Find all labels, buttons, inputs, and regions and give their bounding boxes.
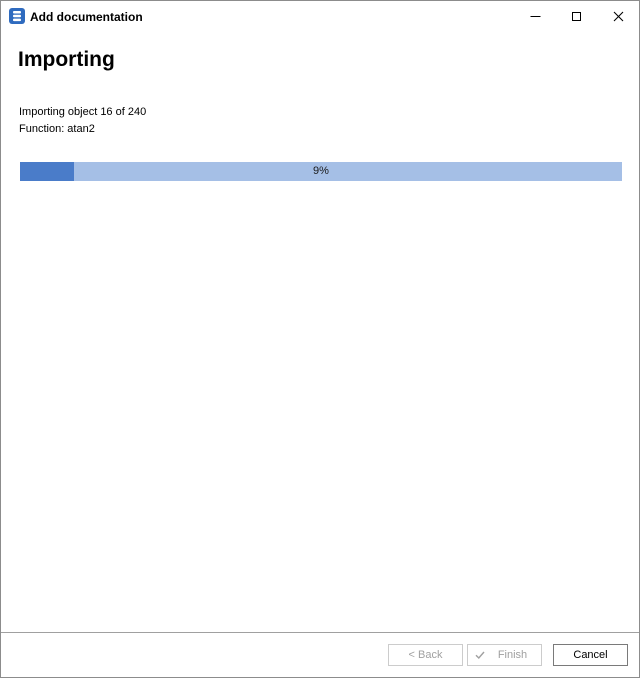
- cancel-button-label: Cancel: [573, 649, 608, 661]
- progress-percent-label: 9%: [313, 165, 329, 177]
- maximize-button[interactable]: [554, 1, 600, 32]
- finish-button-label: Finish: [497, 649, 528, 661]
- close-button[interactable]: [596, 1, 640, 32]
- finish-button[interactable]: Finish: [467, 644, 542, 666]
- import-progress-text: Importing object 16 of 240: [19, 106, 147, 118]
- title-bar[interactable]: Add documentation: [1, 1, 639, 32]
- checkmark-icon: [475, 651, 485, 660]
- page-title: Importing: [18, 48, 115, 71]
- import-progress-bar: 9%: [20, 162, 622, 181]
- minimize-button[interactable]: [513, 1, 559, 32]
- minimize-icon: [530, 16, 541, 17]
- back-button[interactable]: < Back: [388, 644, 463, 666]
- wizard-window: Add documentation Importing Importing ob…: [0, 0, 640, 678]
- footer-divider: [1, 632, 639, 633]
- window-title: Add documentation: [30, 10, 143, 24]
- cancel-button[interactable]: Cancel: [553, 644, 628, 666]
- current-function-text: Function: atan2: [19, 123, 95, 135]
- close-icon: [613, 11, 624, 22]
- document-stack-icon: [9, 8, 25, 24]
- back-button-label: < Back: [408, 649, 443, 661]
- maximize-icon: [572, 12, 581, 21]
